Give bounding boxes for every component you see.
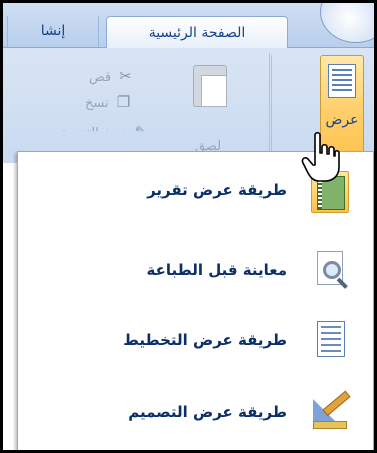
menu-item-label: طريقة عرض التصميم bbox=[128, 403, 287, 421]
design-view-icon bbox=[311, 390, 351, 431]
view-icon bbox=[328, 64, 356, 98]
tab-create[interactable]: إنشا bbox=[7, 16, 99, 47]
application-window: إنشا الصفحة الرئيسية لصق قص ✂ نسخ ❐ نسخ … bbox=[0, 0, 377, 453]
copy-label: نسخ bbox=[85, 96, 109, 111]
print-preview-icon bbox=[311, 251, 349, 289]
tab-home[interactable]: الصفحة الرئيسية bbox=[106, 16, 288, 48]
office-logo-icon bbox=[367, 0, 377, 2]
menu-item-design-view[interactable]: طريقة عرض التصميم bbox=[18, 382, 373, 442]
format-painter-icon: ✎ bbox=[134, 123, 148, 141]
view-button-label: عرض bbox=[325, 112, 359, 128]
format-painter-label: نسخ التنسيق bbox=[57, 126, 127, 141]
hand-cursor-icon bbox=[301, 131, 340, 182]
menu-item-label: طريقة عرض تقرير bbox=[147, 181, 287, 199]
layout-view-icon bbox=[311, 321, 349, 359]
menu-item-label: طريقة عرض التخطيط bbox=[123, 331, 287, 349]
office-button[interactable] bbox=[320, 0, 377, 43]
format-painter-button[interactable]: نسخ التنسيق ✎ bbox=[57, 123, 148, 141]
copy-button[interactable]: نسخ ❐ bbox=[85, 93, 130, 111]
paste-icon[interactable] bbox=[193, 61, 229, 107]
menu-item-label: معاينة قبل الطباعة bbox=[146, 261, 287, 279]
scissors-icon: ✂ bbox=[119, 67, 132, 85]
cut-button[interactable]: قص ✂ bbox=[89, 67, 132, 85]
cut-label: قص bbox=[89, 70, 112, 85]
menu-item-layout-view[interactable]: طريقة عرض التخطيط bbox=[18, 310, 373, 370]
view-dropdown-menu: طريقة عرض تقرير معاينة قبل الطباعة طريقة… bbox=[17, 151, 374, 450]
ribbon-tab-row: إنشا الصفحة الرئيسية bbox=[3, 3, 374, 48]
clipboard-group: لصق قص ✂ نسخ ❐ نسخ التنسيق ✎ bbox=[57, 53, 263, 161]
menu-item-print-preview[interactable]: معاينة قبل الطباعة bbox=[18, 240, 373, 300]
copy-icon: ❐ bbox=[116, 93, 131, 111]
